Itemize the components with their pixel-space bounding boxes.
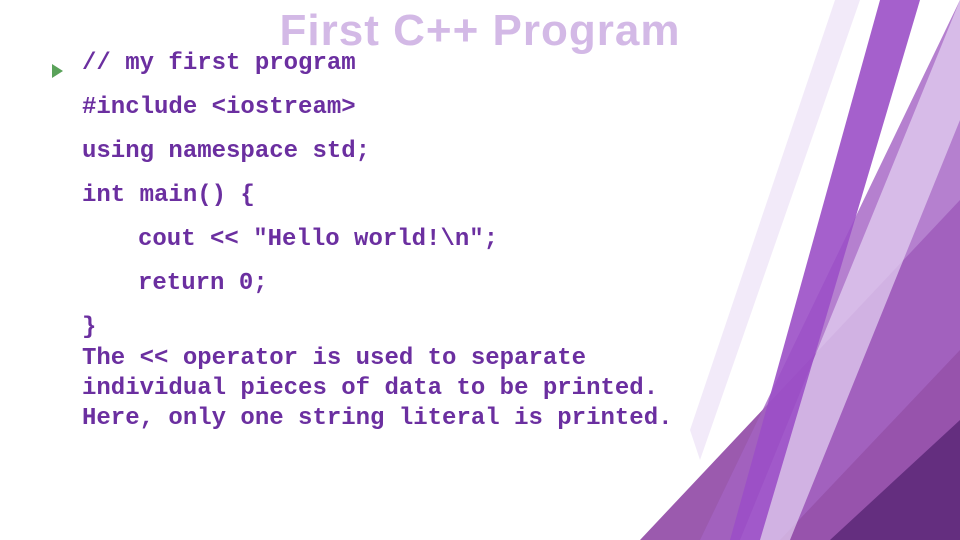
code-line-include: #include <iostream> bbox=[82, 96, 722, 120]
slide-title: First C++ Program bbox=[0, 6, 960, 56]
play-icon bbox=[52, 64, 63, 78]
code-line-close: } bbox=[82, 316, 722, 340]
code-line-return: return 0; bbox=[82, 272, 722, 296]
slide-body: // my first program #include <iostream> … bbox=[82, 52, 722, 454]
slide: First C++ Program // my first program #i… bbox=[0, 0, 960, 540]
code-line-cout: cout << "Hello world!\n"; bbox=[82, 228, 722, 252]
code-line-using: using namespace std; bbox=[82, 140, 722, 164]
explanation-text: The << operator is used to separate indi… bbox=[82, 344, 712, 434]
code-line-comment: // my first program bbox=[82, 52, 722, 76]
code-line-main-open: int main() { bbox=[82, 184, 722, 208]
